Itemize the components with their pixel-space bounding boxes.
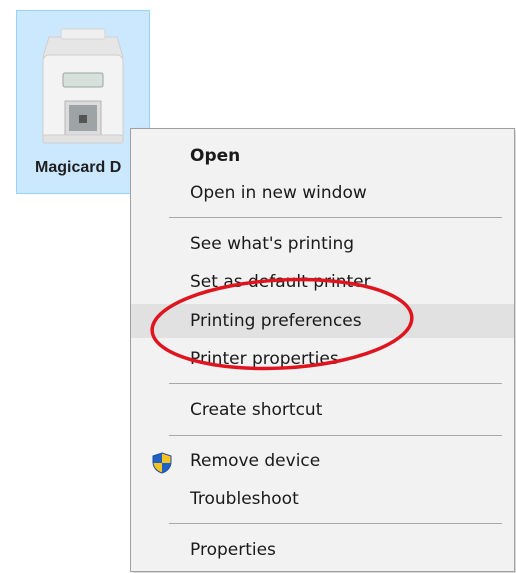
menu-separator (169, 435, 502, 436)
menu-item-label: See what's printing (190, 234, 355, 254)
menu-separator (169, 523, 502, 524)
menu-separator (169, 217, 502, 218)
menu-item-open[interactable]: Open (131, 139, 514, 173)
menu-item-label: Remove device (190, 451, 321, 471)
menu-item-label: Properties (190, 540, 276, 560)
printer-name-label: Magicard D (35, 159, 122, 176)
uac-shield-icon (152, 452, 172, 474)
menu-item-label: Printing preferences (190, 311, 362, 331)
menu-item-label: Open (190, 146, 241, 166)
menu-separator (169, 383, 502, 384)
menu-item-label: Printer properties (190, 349, 339, 369)
menu-item-set-default-printer[interactable]: Set as default printer (131, 265, 514, 299)
menu-item-printer-properties[interactable]: Printer properties (131, 342, 514, 376)
menu-item-remove-device[interactable]: Remove device (131, 444, 514, 478)
card-printer-icon (42, 28, 124, 144)
menu-item-printing-preferences[interactable]: Printing preferences (131, 304, 514, 338)
menu-item-troubleshoot[interactable]: Troubleshoot (131, 482, 514, 516)
context-menu: Open Open in new window See what's print… (130, 128, 515, 572)
menu-item-label: Create shortcut (190, 400, 323, 420)
menu-item-see-whats-printing[interactable]: See what's printing (131, 227, 514, 261)
menu-item-open-new-window[interactable]: Open in new window (131, 176, 514, 210)
menu-item-label: Troubleshoot (190, 489, 299, 509)
menu-item-label: Open in new window (190, 183, 367, 203)
menu-item-create-shortcut[interactable]: Create shortcut (131, 393, 514, 427)
menu-item-label: Set as default printer (190, 272, 371, 292)
menu-item-properties[interactable]: Properties (131, 533, 514, 567)
